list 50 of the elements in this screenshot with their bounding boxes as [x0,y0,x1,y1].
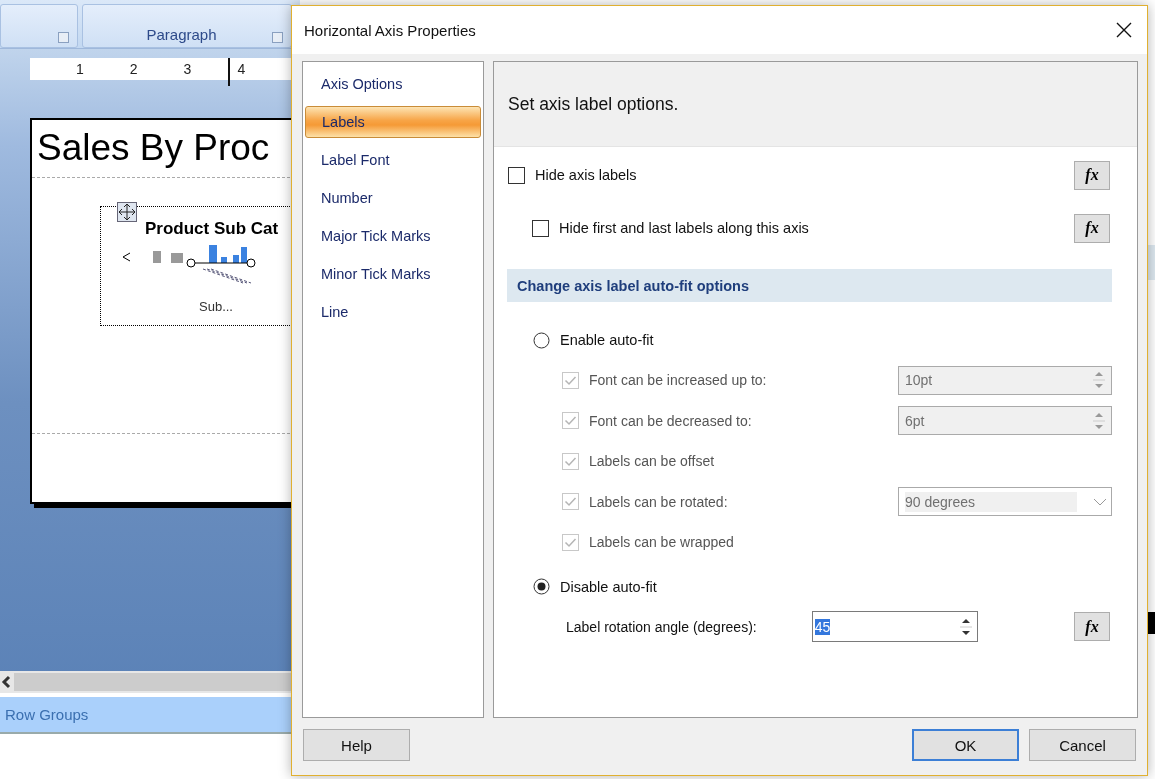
ruler-number: 1 [76,61,84,77]
expression-button[interactable]: fx [1074,160,1110,190]
dialog-button[interactable]: Help [303,729,410,761]
option-label: Font can be decreased to: [589,412,752,429]
page-list-item[interactable]: Label Font [305,144,481,176]
page-list-item[interactable]: Minor Tick Marks [305,258,481,290]
ruler-marker [228,58,230,86]
field-value: 6pt [905,412,925,429]
row-groups-label: Row Groups [5,706,89,723]
chart-title: Product Sub Cat [145,219,279,239]
page-list-item[interactable]: Major Tick Marks [305,220,481,252]
checkbox[interactable] [532,219,549,237]
checkbox[interactable] [508,166,525,184]
option-label: Disable auto-fit [560,578,657,595]
dialog-button[interactable]: OK [912,729,1019,761]
option-label: Label rotation angle (degrees): [566,618,757,635]
radio-button[interactable] [533,331,550,349]
option-label: Hide first and last labels along this axis [559,220,809,236]
ruler-number: 3 [183,61,192,77]
close-icon[interactable] [1116,22,1132,38]
move-handle-icon[interactable] [117,202,137,222]
option-label: Font can be increased up to: [589,372,767,389]
spin-field[interactable]: 45 [811,611,978,642]
field-value: 10pt [905,372,933,389]
ribbon-group-label: Paragraph [146,26,217,43]
option-label: Labels can be wrapped [589,534,734,551]
expression-button[interactable]: fx [1074,612,1110,641]
radio-button[interactable] [533,578,550,595]
ruler-number: 4 [237,61,246,77]
panel-heading: Set axis label options. [494,62,1137,147]
section-heading: Change axis label auto-fit options [507,269,1112,302]
field-value: 90 degrees [905,491,1077,512]
ruler-number: 2 [129,61,138,77]
dialog-launcher-icon[interactable] [272,32,283,43]
expression-button[interactable]: fx [1074,213,1110,243]
option-label: Labels can be offset [589,453,715,470]
option-label: Enable auto-fit [560,332,654,348]
dialog-button[interactable]: Cancel [1029,729,1136,761]
report-title: Sales By Proc [36,126,271,170]
dialog-launcher-icon[interactable] [58,32,69,43]
dialog-title: Horizontal Axis Properties [304,21,477,39]
page-list-item[interactable]: Number [305,182,481,214]
page-list-item[interactable]: Axis Options [305,68,481,100]
chevron-down-icon[interactable] [1093,496,1107,507]
option-label: Hide axis labels [535,167,637,183]
page-list-item[interactable]: Labels [305,106,481,138]
field-value: 45 [814,618,831,635]
option-label: Labels can be rotated: [589,493,728,510]
page-list-item[interactable]: Line [305,296,481,328]
chart-axis-label: Sub... [199,299,233,314]
